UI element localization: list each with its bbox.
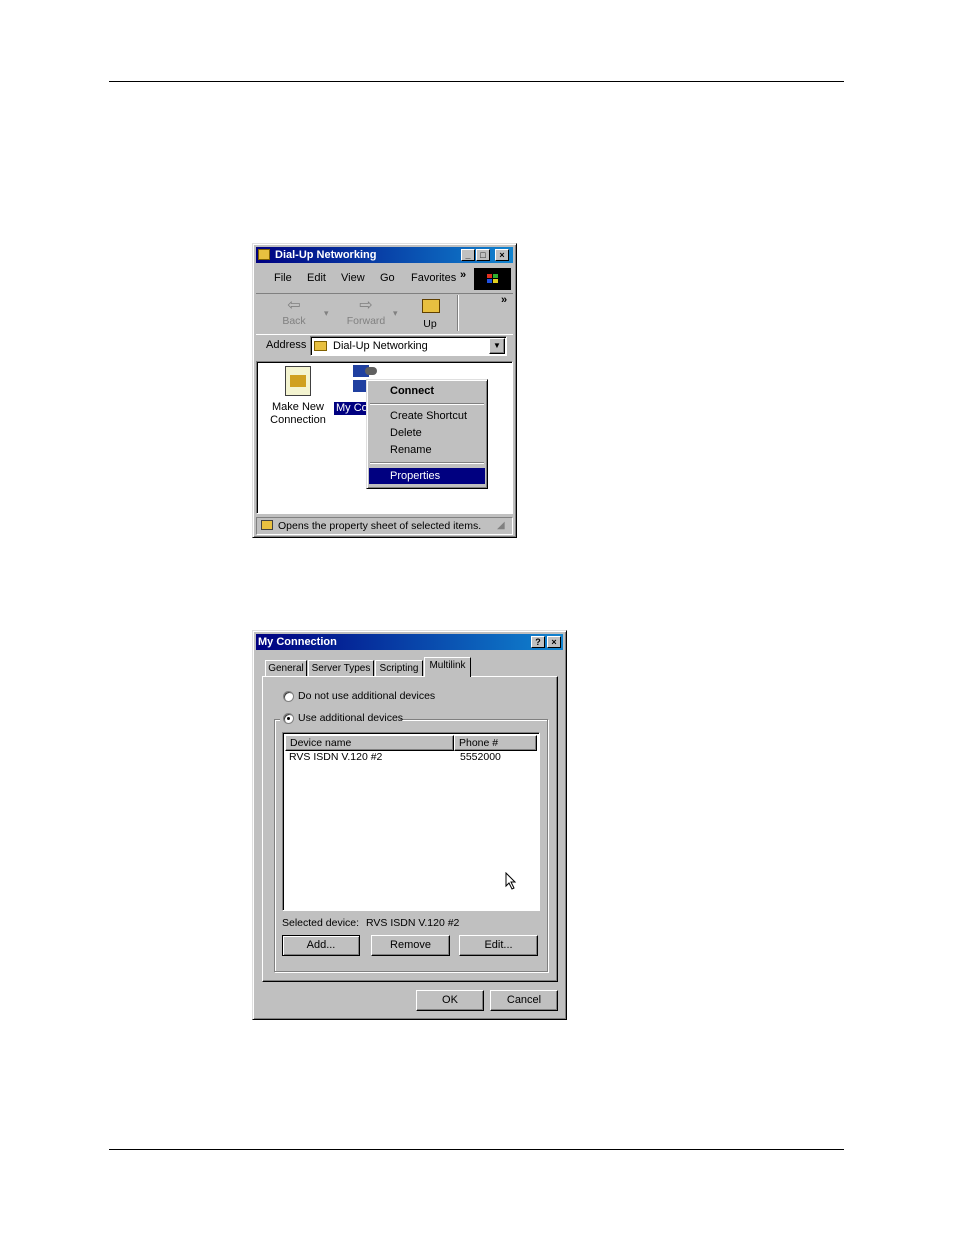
radio-use-additional-devices[interactable] xyxy=(283,713,294,724)
make-new-connection-label[interactable]: Make New Connection xyxy=(268,401,328,427)
my-connection-icon[interactable] xyxy=(353,365,377,377)
menu-edit[interactable]: Edit xyxy=(307,272,326,284)
forward-button[interactable]: ⇨ Forward xyxy=(340,297,392,331)
my-connection-dialog: My Connection ? × General Server Types S… xyxy=(252,630,567,1020)
tab-strip: General Server Types Scripting Multilink xyxy=(262,657,562,677)
selected-device-value: RVS ISDN V.120 #2 xyxy=(366,917,460,929)
address-field[interactable]: Dial-Up Networking ▼ xyxy=(310,336,507,356)
context-properties[interactable]: Properties xyxy=(369,468,485,484)
context-rename[interactable]: Rename xyxy=(369,442,485,458)
context-menu: Connect Create Shortcut Delete Rename Pr… xyxy=(366,379,488,489)
back-button[interactable]: ⇦ Back xyxy=(274,297,314,331)
tab-scripting[interactable]: Scripting xyxy=(375,660,423,676)
forward-label: Forward xyxy=(346,315,386,327)
dialog-title: My Connection xyxy=(258,636,337,648)
context-connect[interactable]: Connect xyxy=(369,383,485,399)
toolbar-more-chevron[interactable]: » xyxy=(501,294,507,306)
up-folder-icon xyxy=(422,299,440,313)
forward-arrow-icon: ⇨ xyxy=(359,297,373,314)
title-bar: Dial-Up Networking _ □ × xyxy=(256,247,513,263)
address-dropdown-button[interactable]: ▼ xyxy=(489,338,505,354)
menu-file[interactable]: File xyxy=(274,272,292,284)
row-device-name: RVS ISDN V.120 #2 xyxy=(289,751,383,763)
make-new-connection-icon[interactable] xyxy=(285,366,311,396)
resize-grip-icon[interactable]: ◢ xyxy=(497,520,505,531)
mouse-pointer-icon xyxy=(505,872,517,890)
up-button[interactable]: Up xyxy=(412,297,448,331)
device-list[interactable]: Device name Phone # RVS ISDN V.120 #2 55… xyxy=(282,732,540,911)
minimize-button[interactable]: _ xyxy=(461,249,475,261)
radio-no-label: Do not use additional devices xyxy=(298,690,436,702)
multilink-panel: Do not use additional devices Use additi… xyxy=(262,676,558,982)
address-value: Dial-Up Networking xyxy=(333,340,428,352)
remove-button[interactable]: Remove xyxy=(371,935,450,956)
context-separator-1 xyxy=(370,403,484,405)
context-create-shortcut[interactable]: Create Shortcut xyxy=(369,408,485,424)
status-bar: Opens the property sheet of selected ite… xyxy=(256,517,513,535)
close-button[interactable]: × xyxy=(495,249,509,261)
dialog-title-bar: My Connection ? × xyxy=(256,634,563,650)
tab-general[interactable]: General xyxy=(265,660,307,676)
back-label: Back xyxy=(282,315,306,327)
help-button[interactable]: ? xyxy=(531,636,545,648)
selected-device-label: Selected device: xyxy=(282,917,360,929)
radio-no-additional-devices[interactable] xyxy=(283,691,294,702)
add-button[interactable]: Add... xyxy=(282,935,360,956)
column-phone[interactable]: Phone # xyxy=(454,735,537,751)
status-text: Opens the property sheet of selected ite… xyxy=(278,520,482,532)
back-arrow-icon: ⇦ xyxy=(287,297,301,314)
my-connection-icon-base xyxy=(353,380,367,392)
top-rule xyxy=(109,81,844,82)
status-icon xyxy=(261,520,273,530)
cancel-button[interactable]: Cancel xyxy=(490,990,558,1011)
folder-icon xyxy=(258,249,270,260)
menu-view[interactable]: View xyxy=(341,272,365,284)
menu-bar: File Edit View Go Favorites » xyxy=(256,268,471,288)
address-label: Address xyxy=(266,339,307,351)
radio-use-label: Use additional devices xyxy=(298,712,404,724)
context-separator-2 xyxy=(370,462,484,464)
windows-logo-icon xyxy=(474,268,511,290)
maximize-button[interactable]: □ xyxy=(476,249,490,261)
bottom-rule xyxy=(109,1149,844,1150)
back-dropdown-icon[interactable]: ▾ xyxy=(324,308,329,319)
address-folder-icon xyxy=(314,341,327,351)
context-delete[interactable]: Delete xyxy=(369,425,485,441)
dialog-close-button[interactable]: × xyxy=(547,636,561,648)
address-bar: Address Dial-Up Networking ▼ xyxy=(256,336,513,358)
toolbar-separator xyxy=(457,295,459,331)
menu-favorites[interactable]: Favorites xyxy=(411,272,456,284)
column-device-name[interactable]: Device name xyxy=(285,735,454,751)
ok-button[interactable]: OK xyxy=(416,990,484,1011)
row-phone: 5552000 xyxy=(460,751,501,763)
tab-server-types[interactable]: Server Types xyxy=(308,660,374,676)
edit-button[interactable]: Edit... xyxy=(459,935,538,956)
table-row[interactable]: RVS ISDN V.120 #2 5552000 xyxy=(285,751,537,765)
toolbar: ⇦ Back ▾ ⇨ Forward ▾ Up » xyxy=(256,293,513,335)
window-title: Dial-Up Networking xyxy=(275,249,377,261)
menu-more-chevron[interactable]: » xyxy=(460,269,466,281)
up-label: Up xyxy=(423,318,437,330)
forward-dropdown-icon[interactable]: ▾ xyxy=(393,308,398,319)
menu-go[interactable]: Go xyxy=(380,272,395,284)
tab-multilink[interactable]: Multilink xyxy=(424,657,471,677)
